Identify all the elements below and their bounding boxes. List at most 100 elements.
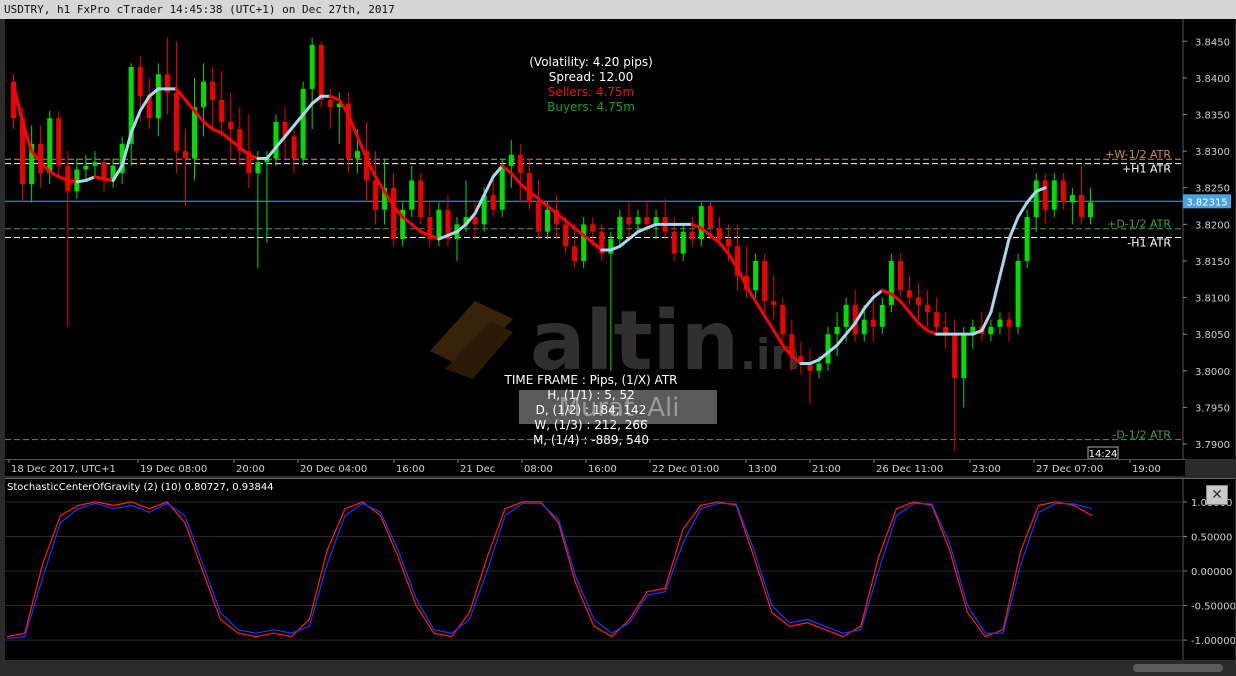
timeframe-row-d: D, (1/2) : 184, 142: [536, 403, 647, 417]
current-price-label: 3.82315: [1186, 197, 1227, 208]
ma-segment: [754, 299, 767, 318]
ma-segment: [618, 237, 631, 248]
candle-body: [952, 334, 958, 379]
indicator-tick-label: 0.00000: [1191, 567, 1232, 578]
candle-body: [572, 246, 578, 261]
ma-segment: [998, 237, 1011, 278]
candle-body: [255, 162, 261, 174]
candle-body: [934, 312, 940, 327]
stochastic-chart[interactable]: 1.000000.500000.00000-0.50000-1.00000Sto…: [5, 479, 1235, 661]
candle-body: [499, 165, 505, 210]
candle-body: [725, 239, 731, 247]
price-tick-label: 3.8250: [1195, 184, 1230, 195]
candle-body: [273, 121, 279, 159]
ma-segment: [509, 171, 522, 186]
candle-body: [56, 118, 62, 166]
timeframe-row-w: W, (1/3) : 212, 266: [534, 418, 647, 432]
price-tick-label: 3.8000: [1195, 367, 1230, 378]
candle-body: [707, 206, 713, 229]
volatility-text: (Volatility: 4.20 pips): [529, 55, 653, 69]
ma-segment: [871, 288, 884, 300]
candle-body: [472, 217, 478, 225]
candle-body: [517, 154, 523, 174]
candle-body: [526, 173, 532, 203]
scrollbar-thumb[interactable]: [1133, 664, 1223, 672]
time-tick-label: 21:00: [812, 464, 841, 475]
level-label: -D-1/2 ATR: [1112, 429, 1171, 442]
ma-segment: [907, 310, 921, 325]
price-chart-panel[interactable]: 3.8450 3.8400 3.8350 3.8300 3.8250 3.8200 3.81…: [5, 19, 1235, 459]
buyers-text: Buyers: 4.75m: [547, 100, 635, 114]
candle-body: [888, 260, 894, 305]
spread-text: Spread: 12.00: [549, 70, 633, 84]
candle-body: [182, 151, 188, 159]
candle-body: [961, 334, 967, 379]
candle-body: [925, 304, 931, 313]
candle-body: [309, 44, 315, 89]
time-tick-label: 16:00: [396, 464, 425, 475]
candle-body: [1015, 260, 1021, 327]
ma-segment: [202, 120, 215, 131]
window-title: USDTRY, h1 FxPro cTrader 14:45:38 (UTC+1…: [0, 0, 1236, 19]
candle-body: [834, 326, 840, 335]
candle-body: [1051, 180, 1057, 210]
close-indicator-button[interactable]: ✕: [1206, 485, 1228, 505]
level-label: +W-1/2 ATR: [1105, 148, 1171, 161]
time-tick-label: 08:00: [524, 464, 553, 475]
candle-body: [689, 231, 695, 239]
candle-body: [635, 217, 641, 225]
time-tick-label: 20:00: [236, 464, 265, 475]
candle-body: [47, 118, 53, 174]
ma-segment: [1007, 215, 1020, 241]
price-axis-bg: [1183, 19, 1235, 459]
candle-body: [436, 209, 442, 239]
ma-segment: [482, 175, 495, 197]
candle-body: [1024, 217, 1030, 261]
time-tick-label: 18 Dec 2017, UTC+1: [11, 464, 116, 475]
time-tick-label: 27 Dec 07:00: [1036, 464, 1103, 475]
ma-segment: [48, 170, 61, 179]
time-tick-label: 21 Dec: [460, 464, 495, 475]
indicator-panel[interactable]: 1.000000.500000.00000-0.50000-1.00000Sto…: [5, 478, 1235, 661]
candle-body: [1033, 180, 1039, 218]
ma-segment: [1016, 200, 1029, 219]
candle-body: [92, 162, 98, 166]
candle-body: [879, 304, 885, 327]
sellers-text: Sellers: 4.75m: [548, 85, 635, 99]
candle-body: [219, 99, 225, 122]
candle-body: [1006, 319, 1012, 327]
candle-body: [1087, 202, 1093, 218]
ma-segment: [763, 314, 776, 333]
candle-body: [508, 154, 514, 166]
horizontal-scrollbar[interactable]: [5, 660, 1235, 676]
stochastic-red-line: [6, 501, 1093, 638]
price-tick-label: 3.8450: [1195, 37, 1230, 48]
candlestick-chart[interactable]: 3.8450 3.8400 3.8350 3.8300 3.8250 3.8200 3.81…: [5, 19, 1235, 459]
candle-body: [590, 224, 596, 232]
candle-body: [1060, 180, 1066, 203]
candle-body: [1042, 180, 1048, 210]
candle-body: [626, 217, 632, 225]
time-tick-label: 13:00: [748, 464, 777, 475]
level-label: -H1 ATR: [1127, 237, 1171, 250]
candle-body: [291, 136, 297, 159]
price-tick-label: 3.7950: [1195, 403, 1230, 414]
price-tick-label: 3.7900: [1195, 440, 1230, 451]
timeframe-row-h: H, (1/1) : 5, 52: [547, 388, 635, 402]
candle-body: [825, 334, 831, 364]
candle-body: [680, 231, 686, 254]
time-tick-label: 19 Dec 08:00: [140, 464, 207, 475]
ma-segment: [989, 274, 1002, 314]
candle-body: [753, 260, 759, 291]
time-tick-label: 20 Dec 04:00: [300, 464, 367, 475]
ma-segment: [917, 321, 930, 333]
time-tick-label: 26 Dec 11:00: [876, 464, 943, 475]
indicator-tick-label: 0.50000: [1191, 532, 1232, 543]
candle-body: [535, 202, 541, 232]
candle-body: [563, 224, 569, 247]
candle-body: [1069, 195, 1075, 203]
candle-body: [155, 74, 161, 119]
candle-body: [373, 180, 379, 210]
timeframe-header: TIME FRAME : Pips, (1/X) ATR: [503, 373, 677, 387]
current-time-label: 14:24: [1089, 449, 1118, 459]
